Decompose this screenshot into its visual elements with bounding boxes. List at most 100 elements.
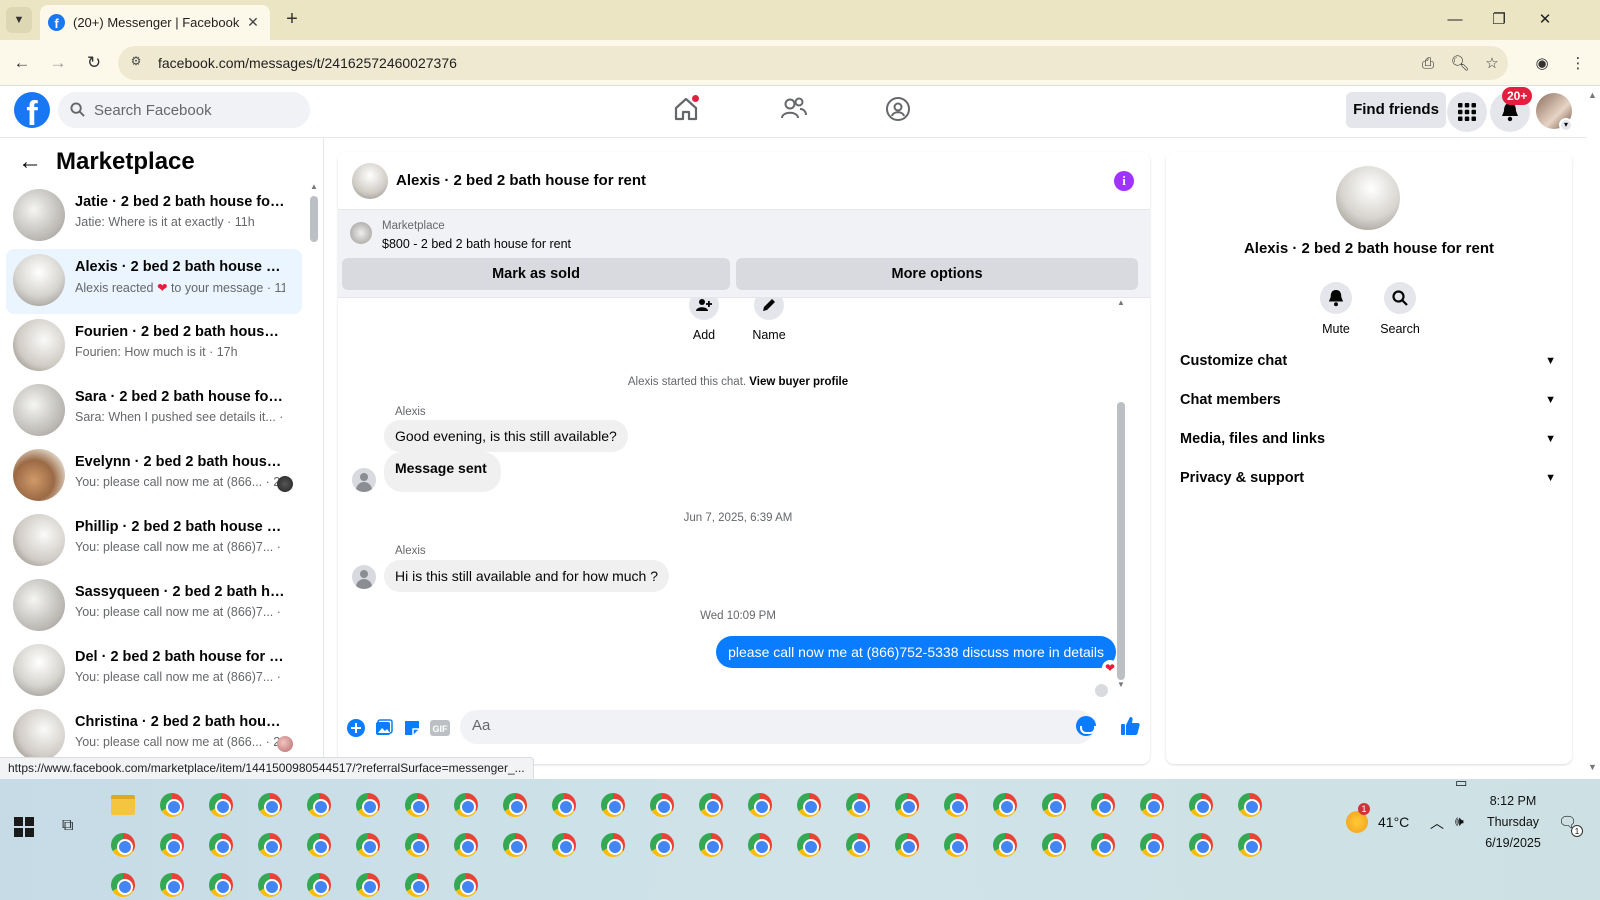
plus-circle-icon[interactable] [346,718,366,738]
chrome-icon[interactable] [697,831,725,859]
conversation-item[interactable]: Fourien · 2 bed 2 bath house for... Four… [6,314,302,379]
chrome-icon[interactable] [207,871,235,899]
chrome-icon[interactable] [305,831,333,859]
taskbar-clock[interactable]: 8:12 PM Thursday 6/19/2025 [1478,791,1548,854]
tab-close-icon[interactable]: ✕ [244,14,262,31]
tray-chevron-up-icon[interactable]: ︿ [1430,813,1444,833]
url-text[interactable]: facebook.com/messages/t/2416257246002737… [158,55,457,71]
chrome-icon[interactable] [1236,791,1264,819]
chrome-icon[interactable] [844,791,872,819]
chrome-icon[interactable] [256,831,284,859]
file-explorer-icon[interactable] [109,791,137,819]
facebook-logo-icon[interactable]: f [14,92,50,128]
chrome-icon[interactable] [1187,831,1215,859]
weather-widget[interactable]: 1 41°C [1346,803,1409,833]
bookmark-star-icon[interactable]: ☆ [1482,54,1502,74]
new-tab-button[interactable]: + [280,8,304,32]
emoji-icon[interactable] [1076,716,1096,736]
chrome-icon[interactable] [844,831,872,859]
conversation-item[interactable]: Phillip · 2 bed 2 bath house for r... Yo… [6,509,302,574]
chrome-icon[interactable] [1089,791,1117,819]
add-people-action[interactable]: Add [674,298,734,342]
chrome-icon[interactable] [403,831,431,859]
scroll-up-arrow-icon[interactable]: ▲ [310,182,318,191]
reload-icon[interactable]: ↻ [82,51,106,75]
chrome-icon[interactable] [1236,831,1264,859]
conversation-item[interactable]: Sassyqueen · 2 bed 2 bath hous... You: p… [6,574,302,639]
browser-tab-messenger[interactable]: f (20+) Messenger | Facebook ✕ [40,5,270,40]
menu-grid-icon[interactable] [1447,92,1487,132]
account-chevron-down-icon[interactable]: ▾ [1559,118,1573,132]
search-action[interactable]: Search [1370,282,1430,336]
chrome-icon[interactable] [501,831,529,859]
incoming-message[interactable]: Hi is this still available and for how m… [384,560,670,592]
window-close-button[interactable]: ✕ [1530,8,1560,32]
chrome-icon[interactable] [942,791,970,819]
chrome-icon[interactable] [354,791,382,819]
chat-members-row[interactable]: Chat members ▼ [1180,381,1560,419]
profile-icon[interactable]: ◉ [1532,54,1552,74]
chrome-icon[interactable] [746,791,774,819]
chrome-icon[interactable] [1138,791,1166,819]
chrome-icon[interactable] [1040,831,1068,859]
sender-avatar[interactable] [352,565,376,589]
incoming-message[interactable]: Good evening, is this still available? [384,420,628,452]
facebook-search[interactable] [58,92,310,128]
forward-arrow-icon[interactable]: → [46,51,70,75]
info-avatar[interactable] [1336,166,1400,230]
tab-search-chevron-icon[interactable]: ▼ [6,7,32,33]
chrome-icon[interactable] [599,831,627,859]
chrome-icon[interactable] [158,791,186,819]
friends-icon[interactable] [780,96,808,124]
chrome-icon[interactable] [599,791,627,819]
scroll-up-arrow-icon[interactable]: ▲ [1117,298,1125,307]
chrome-icon[interactable] [991,791,1019,819]
scrollbar-thumb[interactable] [1117,402,1125,680]
conversation-item[interactable]: Del · 2 bed 2 bath house for rent You: p… [6,639,302,704]
incoming-message[interactable]: Message sent [384,452,501,492]
chrome-icon[interactable] [158,871,186,899]
scrollbar-thumb[interactable] [310,196,318,242]
chrome-icon[interactable] [452,831,480,859]
chrome-icon[interactable] [1138,831,1166,859]
address-bar[interactable]: ⚙ facebook.com/messages/t/24162572460027… [118,46,1508,80]
chrome-icon[interactable] [1089,831,1117,859]
mark-as-sold-button[interactable]: Mark as sold [342,258,730,290]
conversation-item[interactable]: Evelynn · 2 bed 2 bath house ... You: pl… [6,444,302,509]
chrome-icon[interactable] [305,871,333,899]
chrome-icon[interactable] [256,871,284,899]
find-friends-button[interactable]: Find friends [1346,92,1446,128]
chrome-icon[interactable] [403,791,431,819]
chrome-icon[interactable] [893,831,921,859]
message-input[interactable] [472,717,1032,734]
more-options-button[interactable]: More options [736,258,1138,290]
outgoing-message[interactable]: please call now me at (866)752-5338 disc… [716,636,1116,668]
back-arrow-icon[interactable]: ← [18,148,42,176]
name-chat-action[interactable]: Name [739,298,799,342]
chrome-icon[interactable] [109,831,137,859]
chrome-icon[interactable] [256,791,284,819]
media-files-links-row[interactable]: Media, files and links ▼ [1180,420,1560,458]
conversation-item[interactable]: Sara · 2 bed 2 bath house for rent Sara:… [6,379,302,444]
customize-chat-row[interactable]: Customize chat ▼ [1180,342,1560,380]
info-icon[interactable]: i [1114,171,1134,191]
chrome-icon[interactable] [648,831,676,859]
chrome-icon[interactable] [452,871,480,899]
search-input[interactable] [94,101,294,119]
chrome-icon[interactable] [550,831,578,859]
chrome-icon[interactable] [354,831,382,859]
chrome-icon[interactable] [109,871,137,899]
chrome-icon[interactable] [1040,791,1068,819]
page-scroll-down-arrow-icon[interactable]: ▼ [1588,762,1597,772]
chrome-icon[interactable] [207,791,235,819]
chrome-icon[interactable] [403,871,431,899]
chrome-icon[interactable] [991,831,1019,859]
sidebar-scrollbar[interactable]: ▲ [310,182,318,752]
chrome-icon[interactable] [795,791,823,819]
back-arrow-icon[interactable]: ← [10,51,34,75]
chat-scrollbar[interactable]: ▲ ▼ [1116,298,1126,690]
chrome-icon[interactable] [452,791,480,819]
site-info-icon[interactable]: ⚙ [126,54,146,72]
window-restore-button[interactable]: ❐ [1484,8,1514,32]
chrome-icon[interactable] [697,791,725,819]
